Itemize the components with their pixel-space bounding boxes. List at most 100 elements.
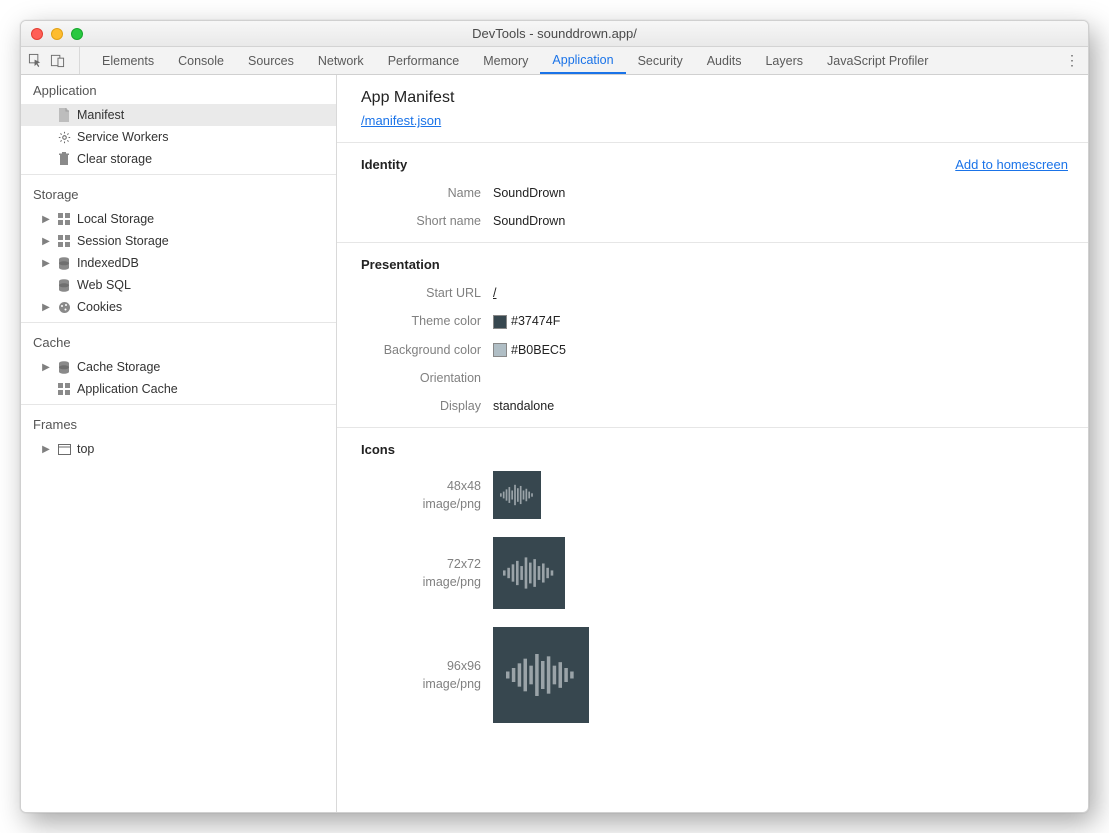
sidebar-item-manifest[interactable]: Manifest [21, 104, 336, 126]
sidebar-item-label: Manifest [77, 108, 124, 122]
sidebar-item-label: Web SQL [77, 278, 131, 292]
triangle-right-icon: ▶ [41, 214, 51, 225]
label-orientation: Orientation [361, 371, 481, 385]
tab-layers[interactable]: Layers [753, 47, 815, 74]
tab-performance[interactable]: Performance [376, 47, 472, 74]
section-title-icons: Icons [361, 442, 1068, 457]
app-icon-preview [493, 627, 589, 723]
sidebar-item-label: Session Storage [77, 234, 169, 248]
triangle-right-icon: ▶ [41, 362, 51, 373]
sidebar-item-service-workers[interactable]: Service Workers [21, 126, 336, 148]
add-to-homescreen-link[interactable]: Add to homescreen [955, 157, 1068, 172]
icon-size: 96x96 [361, 657, 481, 676]
icon-row: 96x96 image/png [361, 627, 1068, 723]
database-icon [57, 360, 71, 374]
sidebar-item-label: Cache Storage [77, 360, 160, 374]
application-sidebar: Application Manifest Service Workers Cle… [21, 75, 337, 812]
sidebar-section-application: Application [21, 75, 336, 104]
value-name: SoundDrown [493, 186, 565, 200]
sidebar-section-storage: Storage [21, 179, 336, 208]
triangle-right-icon: ▶ [41, 236, 51, 247]
icon-mime: image/png [361, 495, 481, 514]
database-icon [57, 278, 71, 292]
label-name: Name [361, 186, 481, 200]
value-display: standalone [493, 399, 554, 413]
triangle-right-icon: ▶ [41, 444, 51, 455]
value-theme-color: #37474F [493, 314, 560, 329]
tab-security[interactable]: Security [626, 47, 695, 74]
sidebar-item-label: IndexedDB [77, 256, 139, 270]
label-short-name: Short name [361, 214, 481, 228]
waveform-icon [506, 651, 576, 699]
icon-row: 48x48 image/png [361, 471, 1068, 519]
sidebar-item-local-storage[interactable]: ▶ Local Storage [21, 208, 336, 230]
tab-application[interactable]: Application [540, 47, 625, 74]
close-window-button[interactable] [31, 28, 43, 40]
value-bg-color: #B0BEC5 [493, 343, 566, 358]
sidebar-item-application-cache[interactable]: Application Cache [21, 378, 336, 400]
value-start-url[interactable]: / [493, 286, 496, 300]
label-start-url: Start URL [361, 286, 481, 300]
sidebar-item-clear-storage[interactable]: Clear storage [21, 148, 336, 170]
tab-javascript-profiler[interactable]: JavaScript Profiler [815, 47, 940, 74]
trash-icon [57, 152, 71, 166]
document-icon [57, 108, 71, 122]
icon-size: 48x48 [361, 477, 481, 496]
sidebar-item-label: Local Storage [77, 212, 154, 226]
value-short-name: SoundDrown [493, 214, 565, 228]
sidebar-item-top-frame[interactable]: ▶ top [21, 438, 336, 460]
sidebar-item-label: Clear storage [77, 152, 152, 166]
devtools-window: DevTools - sounddrown.app/ Elements Cons… [20, 20, 1089, 813]
tab-network[interactable]: Network [306, 47, 376, 74]
manifest-path-link[interactable]: /manifest.json [361, 113, 441, 128]
label-theme-color: Theme color [361, 314, 481, 328]
storage-grid-icon [57, 382, 71, 396]
gear-icon [57, 130, 71, 144]
triangle-right-icon: ▶ [41, 302, 51, 313]
device-toolbar-icon[interactable] [49, 53, 65, 69]
window-controls [21, 28, 83, 40]
app-icon-preview [493, 471, 541, 519]
tab-sources[interactable]: Sources [236, 47, 306, 74]
icon-mime: image/png [361, 573, 481, 592]
frame-icon [57, 442, 71, 456]
sidebar-item-label: top [77, 442, 94, 456]
triangle-right-icon: ▶ [41, 258, 51, 269]
more-options-icon[interactable]: ⋮ [1062, 47, 1082, 74]
icons-list: 48x48 image/png 72x72 [361, 457, 1068, 723]
cookie-icon [57, 300, 71, 314]
sidebar-item-session-storage[interactable]: ▶ Session Storage [21, 230, 336, 252]
manifest-panel: App Manifest /manifest.json Identity Add… [337, 75, 1088, 812]
label-bg-color: Background color [361, 343, 481, 357]
sidebar-item-cache-storage[interactable]: ▶ Cache Storage [21, 356, 336, 378]
titlebar: DevTools - sounddrown.app/ [21, 21, 1088, 47]
sidebar-item-indexeddb[interactable]: ▶ IndexedDB [21, 252, 336, 274]
section-title-identity: Identity [361, 157, 407, 172]
app-icon-preview [493, 537, 565, 609]
storage-grid-icon [57, 212, 71, 226]
devtools-tabbar: Elements Console Sources Network Perform… [21, 47, 1088, 75]
zoom-window-button[interactable] [71, 28, 83, 40]
waveform-icon [503, 555, 555, 591]
theme-color-swatch [493, 315, 507, 329]
window-title: DevTools - sounddrown.app/ [21, 26, 1088, 41]
waveform-icon [500, 483, 534, 507]
sidebar-section-cache: Cache [21, 327, 336, 356]
icon-mime: image/png [361, 675, 481, 694]
sidebar-section-frames: Frames [21, 409, 336, 438]
database-icon [57, 256, 71, 270]
tab-memory[interactable]: Memory [471, 47, 540, 74]
label-display: Display [361, 399, 481, 413]
sidebar-item-websql[interactable]: Web SQL [21, 274, 336, 296]
tab-console[interactable]: Console [166, 47, 236, 74]
sidebar-item-cookies[interactable]: ▶ Cookies [21, 296, 336, 318]
section-title-presentation: Presentation [361, 257, 1068, 272]
inspect-element-icon[interactable] [27, 53, 43, 69]
icon-row: 72x72 image/png [361, 537, 1068, 609]
tab-elements[interactable]: Elements [90, 47, 166, 74]
sidebar-item-label: Service Workers [77, 130, 168, 144]
minimize-window-button[interactable] [51, 28, 63, 40]
tab-audits[interactable]: Audits [695, 47, 754, 74]
storage-grid-icon [57, 234, 71, 248]
sidebar-item-label: Cookies [77, 300, 122, 314]
